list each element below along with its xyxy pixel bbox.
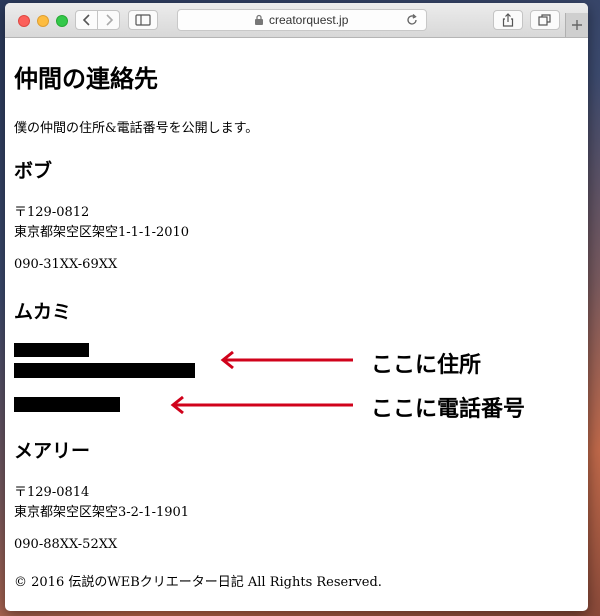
share-icon [502, 13, 514, 27]
page-content: 仲間の連絡先 僕の仲間の住所&電話番号を公開します。 ボブ 〒129-0812 … [5, 38, 588, 611]
contact-address-mary: 東京都架空区架空3-2-1-1901 [14, 505, 190, 520]
address-url: creatorquest.jp [269, 13, 349, 27]
phone-arrow-icon [170, 395, 353, 415]
contact-postal-bob: 〒129-0812 [14, 205, 90, 220]
forward-button[interactable] [97, 10, 120, 30]
contact-postal-mary: 〒129-0814 [14, 485, 90, 500]
sidebar-icon [135, 14, 151, 26]
reload-icon[interactable] [406, 14, 418, 26]
contact-address-bob: 東京都架空区架空1-1-1-2010 [14, 225, 190, 240]
contact-name-bob: ボブ [14, 160, 53, 182]
lock-icon [255, 14, 263, 25]
footer-copyright: © 2016 伝説のWEBクリエーター日記 All Rights Reserve… [14, 575, 382, 590]
plus-icon [572, 20, 582, 30]
redacted-postal [14, 343, 89, 357]
browser-window: creatorquest.jp 仲間の連絡先 僕の仲間の住所&電話番号を公開しま… [5, 3, 588, 611]
contact-phone-mary: 090-88XX-52XX [14, 537, 118, 552]
zoom-window-button[interactable] [56, 15, 68, 27]
contact-name-mukami: ムカミ [14, 301, 72, 323]
back-button[interactable] [75, 10, 98, 30]
contact-name-mary: メアリー [14, 440, 91, 462]
address-bar[interactable]: creatorquest.jp [177, 9, 427, 31]
share-button[interactable] [493, 10, 523, 30]
redacted-phone [14, 397, 120, 412]
close-window-button[interactable] [18, 15, 30, 27]
browser-toolbar: creatorquest.jp [5, 3, 588, 38]
tabs-icon [538, 14, 551, 26]
forward-icon [105, 14, 113, 26]
back-icon [82, 14, 90, 26]
annotation-phone: ここに電話番号 [371, 397, 526, 422]
intro-text: 僕の仲間の住所&電話番号を公開します。 [14, 121, 259, 136]
annotation-address: ここに住所 [371, 353, 482, 378]
page-title: 仲間の連絡先 [14, 64, 158, 93]
redacted-address [14, 363, 195, 378]
address-arrow-icon [220, 350, 353, 370]
contact-phone-bob: 090-31XX-69XX [14, 257, 118, 272]
sidebar-button[interactable] [128, 10, 158, 30]
new-tab-button[interactable] [565, 13, 588, 37]
tabs-button[interactable] [530, 10, 560, 30]
minimize-window-button[interactable] [37, 15, 49, 27]
